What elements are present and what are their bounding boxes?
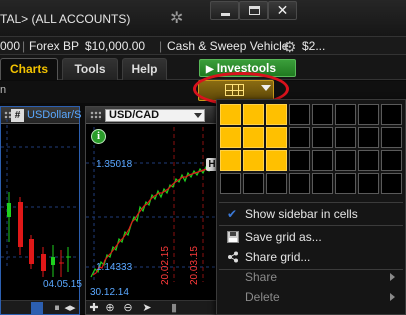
pause-icon[interactable]: ⏸	[51, 302, 63, 314]
arrow-icon: ▶	[206, 64, 214, 75]
grid-cell[interactable]	[243, 127, 264, 148]
price-low-label: 1.14333	[96, 262, 133, 273]
grid-cell[interactable]	[358, 104, 379, 125]
grid-cell[interactable]	[381, 150, 402, 171]
grid-cell[interactable]	[220, 150, 241, 171]
chevron-down-icon	[261, 85, 271, 91]
grid-layout-icon	[225, 84, 244, 96]
date-label: 20.02.15	[160, 246, 171, 285]
grid-cell[interactable]	[289, 104, 310, 125]
forex-label: Forex BP	[29, 39, 80, 53]
grid-cell[interactable]	[289, 150, 310, 171]
submenu-arrow-icon	[390, 293, 395, 301]
check-icon: ✔	[227, 207, 238, 221]
grid-cell[interactable]	[266, 104, 287, 125]
account-value: 000	[0, 39, 21, 53]
grid-cell[interactable]	[220, 173, 241, 194]
tab-tools[interactable]: Tools	[62, 58, 118, 80]
date-label: 30.12.14	[90, 287, 129, 298]
menu-item-label: Share	[245, 270, 278, 284]
menu-item-share-grid[interactable]: Share grid...	[219, 247, 403, 267]
grid-cell[interactable]	[358, 127, 379, 148]
main-tab-bar: Charts Tools Help ▶ Investools	[0, 55, 406, 80]
menu-item-label: Show sidebar in cells	[245, 207, 358, 221]
window-title: TAL> (ALL ACCOUNTS)	[0, 12, 131, 26]
grid-cell[interactable]	[266, 127, 287, 148]
grid-layout-button[interactable]	[198, 80, 274, 101]
chart-footer: ⏸ ◂▸	[1, 300, 79, 314]
title-bar: TAL> (ALL ACCOUNTS) ✲ ✕	[0, 0, 406, 36]
menu-item-label: Delete	[245, 290, 280, 304]
grid-cell[interactable]	[243, 150, 264, 171]
grid-cell[interactable]	[312, 173, 333, 194]
date-label: 04.05.15	[43, 279, 82, 290]
tab-charts[interactable]: Charts	[0, 58, 58, 80]
close-button[interactable]: ✕	[268, 1, 297, 20]
gear-icon[interactable]: ⚙	[283, 38, 296, 56]
menu-item-label: Save grid as...	[245, 230, 322, 244]
grid-cell[interactable]	[335, 104, 356, 125]
price-high-label: 1.35018	[96, 159, 133, 170]
grid-cell[interactable]	[220, 127, 241, 148]
grid-cell[interactable]	[266, 173, 287, 194]
investools-label: Investools	[216, 61, 277, 75]
separator: |	[159, 39, 163, 53]
grid-cell[interactable]	[266, 150, 287, 171]
zoom-out-icon[interactable]: ⊖	[122, 302, 134, 314]
save-icon	[227, 231, 239, 243]
grid-cell[interactable]	[312, 150, 333, 171]
separator: |	[22, 39, 26, 53]
submenu-arrow-icon	[390, 273, 395, 281]
maximize-button[interactable]	[239, 1, 268, 20]
grid-cell[interactable]	[381, 127, 402, 148]
account-summary-bar: 000 | Forex BP $10,000.00 | Cash & Sweep…	[0, 36, 406, 56]
maximize-icon	[249, 6, 260, 15]
scroll-track-icon[interactable]: ▮	[168, 302, 180, 314]
grid-cell[interactable]	[312, 127, 333, 148]
grid-cell[interactable]	[220, 104, 241, 125]
grid-cell[interactable]	[358, 150, 379, 171]
menu-item-label: Share grid...	[245, 250, 311, 264]
cursor-icon[interactable]: ➤	[141, 302, 153, 314]
scroll-handle-icon[interactable]	[31, 302, 43, 314]
menu-item-save-grid[interactable]: Save grid as...	[219, 227, 403, 247]
toolbar-label: n	[0, 84, 7, 96]
investools-button[interactable]: ▶ Investools	[199, 59, 296, 77]
info-icon[interactable]: i	[91, 129, 106, 144]
share-icon	[228, 251, 238, 263]
pan-icon[interactable]: ✚	[88, 302, 100, 314]
close-icon: ✕	[276, 2, 289, 18]
grid-cell[interactable]	[335, 150, 356, 171]
chart-footer: ✚ ⊕ ⊖ ➤ ▮	[86, 300, 216, 314]
menu-item-share[interactable]: Share	[219, 267, 403, 287]
link-star-icon[interactable]: ✲	[170, 11, 183, 27]
menu-item-delete[interactable]: Delete	[219, 287, 403, 307]
grid-cell[interactable]	[243, 173, 264, 194]
grid-layout-menu: ✔ Show sidebar in cells Save grid as... …	[216, 99, 406, 315]
grid-cell[interactable]	[243, 104, 264, 125]
grid-cell[interactable]	[381, 104, 402, 125]
menu-divider	[219, 202, 403, 203]
minimize-button[interactable]	[210, 1, 239, 20]
grid-cell[interactable]	[335, 127, 356, 148]
grid-cell[interactable]	[312, 104, 333, 125]
grid-cell[interactable]	[289, 173, 310, 194]
forex-value: $10,000.00	[85, 39, 146, 53]
chart-pane-right[interactable]: USD/CAD i 1.35018 H 1.14333 20.02.15 20.…	[85, 106, 218, 315]
grid-cell[interactable]	[358, 173, 379, 194]
cash-value: $2...	[302, 39, 326, 53]
chart-pane-left[interactable]: # USDollar/S 04.05.15 ⏸ ◂▸	[0, 106, 82, 315]
menu-divider	[219, 225, 403, 226]
minimize-icon	[221, 13, 230, 16]
menu-item-show-sidebar[interactable]: ✔ Show sidebar in cells	[219, 204, 403, 224]
zoom-in-icon[interactable]: ⊕	[104, 302, 116, 314]
grid-cell[interactable]	[289, 127, 310, 148]
grid-cell[interactable]	[381, 173, 402, 194]
date-label: 20.03.15	[189, 246, 200, 285]
expand-icon[interactable]: ◂▸	[64, 302, 76, 314]
grid-cell[interactable]	[335, 173, 356, 194]
tab-help[interactable]: Help	[122, 58, 167, 80]
cash-label: Cash & Sweep Vehicle	[167, 39, 289, 53]
